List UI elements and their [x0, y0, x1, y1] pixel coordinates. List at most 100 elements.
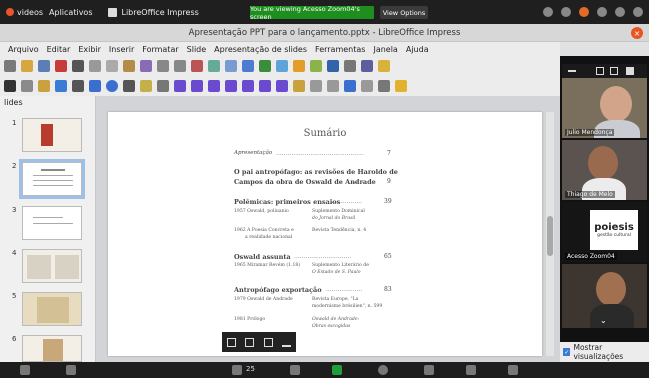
grid-view-icon[interactable]: [626, 67, 634, 75]
chevron-down-icon[interactable]: ⌄: [600, 316, 607, 325]
active-app-menu[interactable]: LibreOffice Impress: [108, 7, 199, 17]
points-icon[interactable]: [293, 80, 305, 92]
fontwork-icon[interactable]: [361, 60, 373, 72]
slide-thumbnail-2[interactable]: [19, 159, 85, 199]
close-window-button[interactable]: ×: [631, 27, 643, 39]
export-pdf-icon[interactable]: [55, 60, 67, 72]
menu-formatar[interactable]: Formatar: [142, 45, 178, 54]
speaker-view-icon[interactable]: [610, 67, 618, 75]
applications-menu[interactable]: Aplicativos: [49, 8, 92, 17]
camera-icon[interactable]: [66, 365, 76, 375]
clone-format-icon[interactable]: [140, 60, 152, 72]
line-color-icon[interactable]: [38, 80, 50, 92]
menu-editar[interactable]: Editar: [47, 45, 71, 54]
basic-shapes-icon[interactable]: [174, 80, 186, 92]
show-views-option[interactable]: ✓ Mostrar visualizações: [560, 342, 649, 362]
copy-icon[interactable]: [106, 60, 118, 72]
line-icon[interactable]: [72, 80, 84, 92]
arrow-line-icon[interactable]: [123, 80, 135, 92]
minimize-icon[interactable]: [282, 338, 292, 347]
zoom-icon[interactable]: [21, 80, 33, 92]
ellipse-icon[interactable]: [106, 80, 118, 92]
participant-video[interactable]: Thiago de Melo: [562, 140, 647, 200]
microphone-icon[interactable]: [20, 365, 30, 375]
record-icon[interactable]: [378, 365, 388, 375]
menu-ajuda[interactable]: Ajuda: [406, 45, 429, 54]
scrollbar-thumb[interactable]: [547, 216, 553, 256]
menu-arquivo[interactable]: Arquivo: [8, 45, 39, 54]
save-icon[interactable]: [38, 60, 50, 72]
slide-thumbnail-6[interactable]: [22, 335, 82, 362]
participant-video[interactable]: Julio Mendonça: [562, 78, 647, 138]
special-character-icon[interactable]: [344, 60, 356, 72]
block-arrows-icon[interactable]: [208, 80, 220, 92]
grid-icon[interactable]: [208, 60, 220, 72]
chat-icon[interactable]: [290, 365, 300, 375]
insert-table-icon[interactable]: [276, 60, 288, 72]
activities-menu[interactable]: videos: [6, 8, 43, 17]
flowchart-icon[interactable]: [225, 80, 237, 92]
cut-icon[interactable]: [89, 60, 101, 72]
more-icon[interactable]: [508, 365, 518, 375]
slide-thumbnail-1[interactable]: [22, 118, 82, 152]
menu-ferramentas[interactable]: Ferramentas: [315, 45, 365, 54]
shadow-icon[interactable]: [344, 80, 356, 92]
insert-textbox-icon[interactable]: [327, 60, 339, 72]
slide-canvas[interactable]: Sumário Apresentação ...................…: [108, 112, 542, 356]
share-screen-icon[interactable]: [332, 365, 342, 375]
stars-icon[interactable]: [259, 80, 271, 92]
checkbox-checked-icon[interactable]: ✓: [563, 348, 571, 356]
filter-icon[interactable]: [378, 80, 390, 92]
participants-icon[interactable]: [232, 365, 242, 375]
fullscreen-icon[interactable]: [226, 337, 236, 347]
slide-thumbnail-4[interactable]: [22, 249, 82, 283]
new-icon[interactable]: [4, 60, 16, 72]
connector-icon[interactable]: [157, 80, 169, 92]
display-views-icon[interactable]: [225, 60, 237, 72]
open-icon[interactable]: [21, 60, 33, 72]
menu-apresentacao[interactable]: Apresentação de slides: [214, 45, 307, 54]
slide-thumbnail-3[interactable]: [22, 206, 82, 240]
paste-icon[interactable]: [123, 60, 135, 72]
insert-image-icon[interactable]: [259, 60, 271, 72]
select-icon[interactable]: [4, 80, 16, 92]
slide-thumbnail-5[interactable]: [22, 292, 82, 326]
insert-media-icon[interactable]: [310, 60, 322, 72]
sync-icon[interactable]: [561, 7, 571, 17]
align-icon[interactable]: [310, 80, 322, 92]
hyperlink-icon[interactable]: [378, 60, 390, 72]
participant-video[interactable]: poiesis gestão cultural Acesso Zoom04: [562, 202, 647, 262]
fill-color-icon[interactable]: [55, 80, 67, 92]
volume-icon[interactable]: [615, 7, 625, 17]
print-icon[interactable]: [72, 60, 84, 72]
gallery-view-icon[interactable]: [596, 67, 604, 75]
master-slide-icon[interactable]: [242, 60, 254, 72]
minimize-gallery-icon[interactable]: [568, 70, 576, 72]
toggle-extrusion-icon[interactable]: [395, 80, 407, 92]
participant-video[interactable]: ⌄: [562, 264, 647, 328]
rectangle-icon[interactable]: [89, 80, 101, 92]
undo-icon[interactable]: [157, 60, 169, 72]
3d-objects-icon[interactable]: [276, 80, 288, 92]
apps-icon[interactable]: [466, 365, 476, 375]
curve-icon[interactable]: [140, 80, 152, 92]
redo-icon[interactable]: [174, 60, 186, 72]
view-options-button[interactable]: View Options: [380, 6, 428, 19]
insert-chart-icon[interactable]: [293, 60, 305, 72]
notes-icon[interactable]: [245, 337, 255, 347]
symbol-shapes-icon[interactable]: [191, 80, 203, 92]
network-icon[interactable]: [543, 7, 553, 17]
update-icon[interactable]: [579, 7, 589, 17]
menu-slide[interactable]: Slide: [187, 45, 207, 54]
reactions-icon[interactable]: [424, 365, 434, 375]
menu-exibir[interactable]: Exibir: [78, 45, 101, 54]
menu-inserir[interactable]: Inserir: [109, 45, 134, 54]
present-icon[interactable]: [263, 337, 273, 347]
distribute-icon[interactable]: [327, 80, 339, 92]
crop-icon[interactable]: [361, 80, 373, 92]
spelling-icon[interactable]: [191, 60, 203, 72]
power-icon[interactable]: [633, 7, 643, 17]
wifi-icon[interactable]: [597, 7, 607, 17]
callouts-icon[interactable]: [242, 80, 254, 92]
menu-janela[interactable]: Janela: [373, 45, 397, 54]
